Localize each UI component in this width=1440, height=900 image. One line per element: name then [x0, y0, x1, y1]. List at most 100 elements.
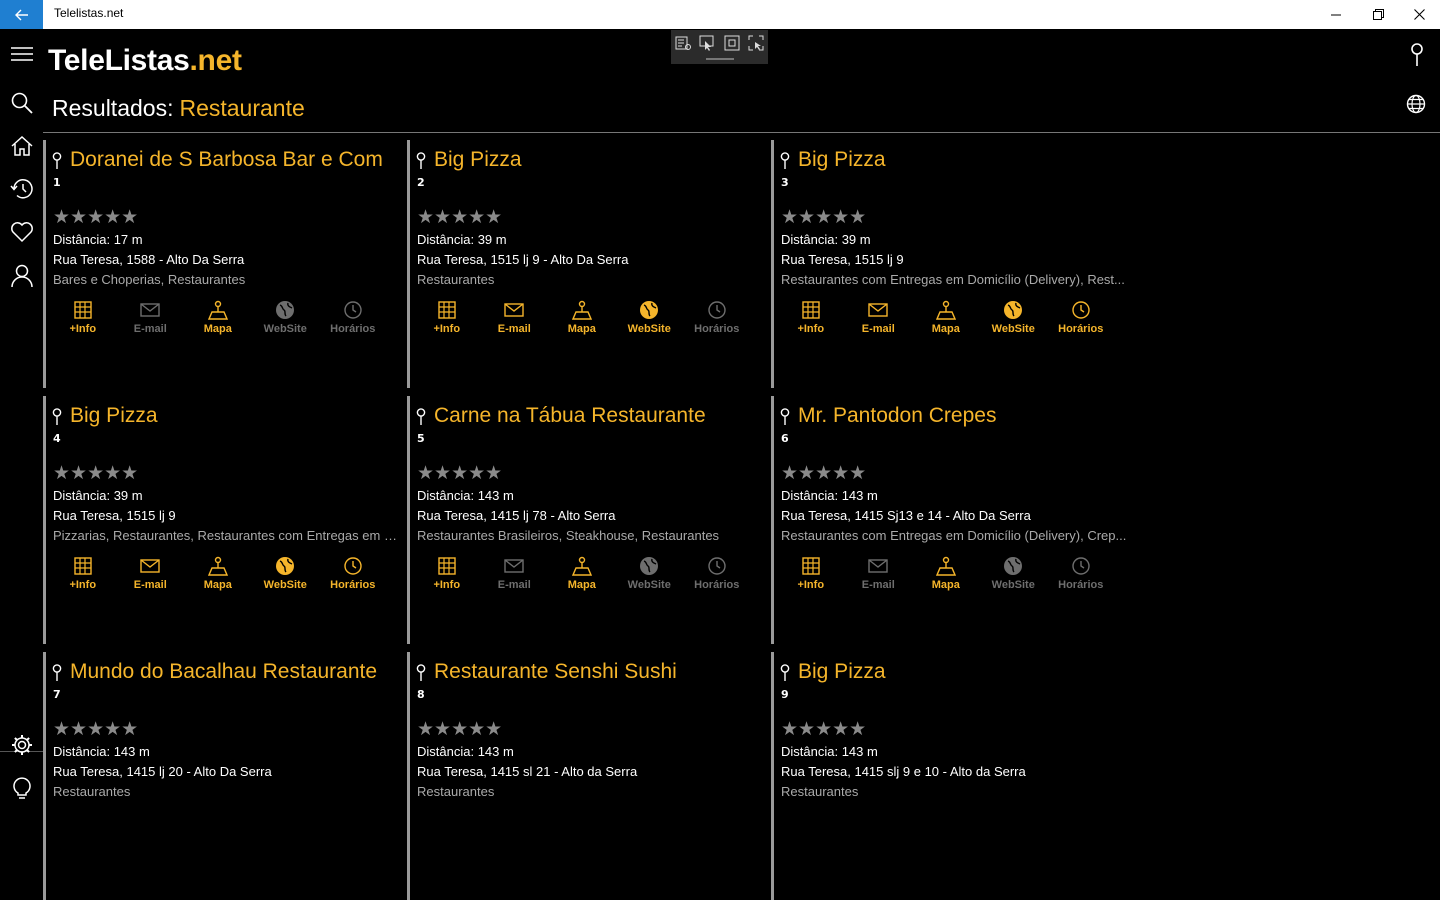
region-capture-icon[interactable] [748, 35, 764, 51]
action-website-button[interactable]: WebSite [980, 556, 1048, 591]
result-categories: Pizzarias, Restaurantes, Restaurantes co… [53, 528, 403, 543]
result-name[interactable]: Big Pizza [798, 148, 886, 172]
envelope-icon [868, 303, 888, 317]
action-label: WebSite [991, 323, 1035, 335]
action-website-button[interactable]: WebSite [980, 300, 1048, 335]
action-info-button[interactable]: +Info [413, 556, 481, 591]
minimize-button[interactable] [1313, 0, 1359, 29]
action-mapa-button[interactable]: Mapa [548, 300, 616, 335]
heart-icon [10, 222, 33, 243]
action-horrios-button[interactable]: Horários [319, 556, 387, 591]
result-name[interactable]: Restaurante Senshi Sushi [434, 660, 677, 684]
result-name[interactable]: Mr. Pantodon Crepes [798, 404, 996, 428]
record-icon[interactable] [675, 35, 692, 51]
pin-icon [780, 664, 790, 681]
action-info-button[interactable]: +Info [777, 556, 845, 591]
result-card[interactable]: Carne na Tábua Restaurante 5 ★★★★★ Distânci… [407, 396, 767, 644]
action-website-button[interactable]: WebSite [252, 300, 320, 335]
clock-icon [708, 557, 726, 575]
result-card[interactable]: Mr. Pantodon Crepes 6 ★★★★★ Distância: 143 … [771, 396, 1131, 644]
action-label: Horários [694, 579, 740, 591]
action-label: WebSite [991, 579, 1035, 591]
result-address: Rua Teresa, 1515 lj 9 [53, 508, 176, 523]
result-card[interactable]: Big Pizza 4 ★★★★★ Distância: 39 m Rua Teresa… [43, 396, 403, 644]
location-button[interactable] [1405, 43, 1429, 67]
result-number: 2 [417, 176, 425, 189]
action-website-button[interactable]: WebSite [252, 556, 320, 591]
map-marker-icon [207, 300, 228, 320]
back-button[interactable] [0, 0, 43, 29]
result-actions: +Info E-mail Mapa WebSite Horários [49, 556, 387, 591]
result-name[interactable]: Big Pizza [434, 148, 522, 172]
action-website-button[interactable]: WebSite [616, 300, 684, 335]
action-label: Mapa [203, 579, 232, 591]
action-mapa-button[interactable]: Mapa [184, 556, 252, 591]
action-info-button[interactable]: +Info [49, 300, 117, 335]
action-email-button[interactable]: E-mail [845, 556, 913, 591]
result-name[interactable]: Big Pizza [70, 404, 158, 428]
action-mapa-button[interactable]: Mapa [912, 556, 980, 591]
action-horrios-button[interactable]: Horários [1047, 300, 1115, 335]
search-button[interactable] [0, 83, 43, 123]
globe-icon [640, 557, 659, 575]
action-mapa-button[interactable]: Mapa [184, 300, 252, 335]
search-icon [11, 92, 33, 114]
close-button[interactable] [1396, 0, 1440, 29]
home-button[interactable] [0, 126, 43, 166]
rating-stars: ★★★★★ [417, 462, 503, 484]
action-info-button[interactable]: +Info [777, 300, 845, 335]
action-horrios-button[interactable]: Horários [319, 300, 387, 335]
globe-icon [276, 301, 295, 319]
action-horrios-button[interactable]: Horários [683, 556, 751, 591]
action-label: Mapa [931, 323, 960, 335]
action-horrios-button[interactable]: Horários [1047, 556, 1115, 591]
pin-icon [416, 664, 426, 681]
result-name[interactable]: Doranei de S Barbosa Bar e Com [70, 148, 383, 172]
action-email-button[interactable]: E-mail [845, 300, 913, 335]
action-info-button[interactable]: +Info [49, 556, 117, 591]
result-name[interactable]: Mundo do Bacalhau Restaurante [70, 660, 377, 684]
page-title: Resultados: Restaurante [52, 95, 305, 122]
restore-button[interactable] [1355, 0, 1401, 29]
history-button[interactable] [0, 169, 43, 209]
menu-button[interactable] [0, 34, 43, 74]
result-card[interactable]: Big Pizza 3 ★★★★★ Distância: 39 m Rua Teresa… [771, 140, 1131, 388]
action-website-button[interactable]: WebSite [616, 556, 684, 591]
grid-icon [74, 301, 92, 319]
pin-icon [52, 664, 62, 681]
arrow-left-icon [14, 9, 28, 20]
gear-icon [11, 735, 32, 755]
result-card[interactable]: Mundo do Bacalhau Restaurante 7 ★★★★★ Distâ… [43, 652, 403, 900]
clock-icon [344, 301, 362, 319]
result-name[interactable]: Carne na Tábua Restaurante [434, 404, 706, 428]
action-mapa-button[interactable]: Mapa [912, 300, 980, 335]
action-horrios-button[interactable]: Horários [683, 300, 751, 335]
window-capture-icon[interactable] [724, 35, 740, 51]
account-button[interactable] [0, 256, 43, 296]
pointer-capture-icon[interactable] [699, 35, 715, 51]
result-card[interactable]: Restaurante Senshi Sushi 8 ★★★★★ Distância:… [407, 652, 767, 900]
action-mapa-button[interactable]: Mapa [548, 556, 616, 591]
result-card[interactable]: Big Pizza 2 ★★★★★ Distância: 39 m Rua Teresa… [407, 140, 767, 388]
tips-button[interactable] [0, 768, 43, 808]
map-pin-icon [1411, 43, 1423, 66]
settings-button[interactable] [0, 725, 43, 765]
result-card[interactable]: Big Pizza 9 ★★★★★ Distância: 143 m Rua Teres… [771, 652, 1131, 900]
result-name[interactable]: Big Pizza [798, 660, 886, 684]
title-bar: Telelistas.net [0, 0, 1440, 29]
clock-icon [1072, 301, 1090, 319]
clock-icon [344, 557, 362, 575]
left-nav-rail [0, 29, 43, 810]
result-categories: Restaurantes Brasileiros, Steakhouse, Re… [417, 528, 720, 543]
action-email-button[interactable]: E-mail [481, 300, 549, 335]
action-info-button[interactable]: +Info [413, 300, 481, 335]
favorites-button[interactable] [0, 212, 43, 252]
pin-icon [416, 152, 426, 169]
action-email-button[interactable]: E-mail [481, 556, 549, 591]
action-email-button[interactable]: E-mail [117, 556, 185, 591]
action-email-button[interactable]: E-mail [117, 300, 185, 335]
toolbar-grip[interactable] [706, 58, 734, 60]
region-button[interactable] [1404, 92, 1428, 116]
rating-stars: ★★★★★ [53, 462, 139, 484]
result-card[interactable]: Doranei de S Barbosa Bar e Com 1 ★★★★★ Dist… [43, 140, 403, 388]
